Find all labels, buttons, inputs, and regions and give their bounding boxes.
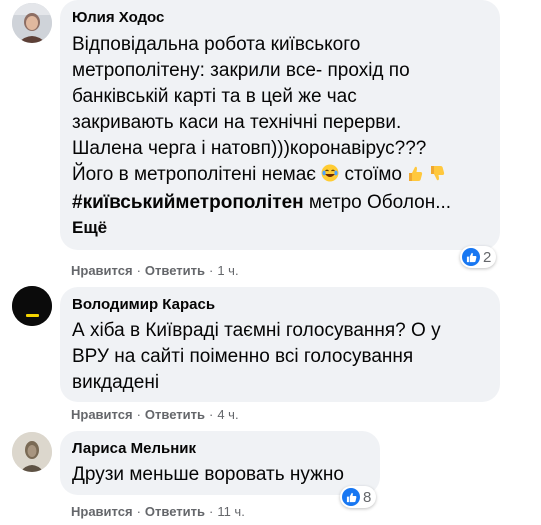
- comment-author[interactable]: Лариса Мельник: [72, 439, 368, 459]
- like-button[interactable]: Нравится: [71, 263, 133, 278]
- comment-bubble: Юлия Ходос Відповідальна робота київсько…: [60, 0, 500, 250]
- like-icon: [342, 488, 360, 506]
- comment-author[interactable]: Юлия Ходос: [72, 8, 488, 28]
- like-button[interactable]: Нравится: [71, 504, 133, 519]
- reaction-count-badge[interactable]: 2: [460, 246, 497, 268]
- comment-2: Володимир Карась А хіба в Київраді таємн…: [0, 286, 541, 426]
- comment-text: Друзи меньше воровать нужно: [72, 464, 344, 485]
- comment-bubble: Лариса Мельник Друзи меньше воровать нуж…: [60, 431, 380, 495]
- reaction-count-badge[interactable]: 8: [340, 486, 377, 508]
- avatar-photo: [12, 286, 52, 326]
- comment-text: А хіба в Київраді таємні голосування? О …: [72, 320, 441, 393]
- comment-actions: Нравится · Ответить · 11 ч.: [71, 504, 245, 519]
- timestamp[interactable]: 1 ч.: [217, 263, 238, 278]
- reply-button[interactable]: Ответить: [145, 263, 205, 278]
- timestamp[interactable]: 4 ч.: [217, 407, 238, 422]
- thumbs-down-emoji-icon: [429, 164, 445, 190]
- like-icon: [462, 248, 480, 266]
- comment-actions: Нравится · Ответить · 1 ч.: [71, 263, 239, 278]
- comment-bubble: Володимир Карась А хіба в Київраді таємн…: [60, 287, 500, 402]
- comment-1: Юлия Ходос Відповідальна робота київсько…: [0, 0, 541, 285]
- timestamp[interactable]: 11 ч.: [217, 504, 245, 519]
- avatar[interactable]: [12, 432, 52, 472]
- reply-button[interactable]: Ответить: [145, 504, 205, 519]
- avatar[interactable]: [12, 286, 52, 326]
- avatar-photo: [12, 432, 52, 472]
- like-button[interactable]: Нравится: [71, 407, 133, 422]
- comment-text: Відповідальна робота київського метропол…: [72, 34, 452, 213]
- comment-actions: Нравится · Ответить · 4 ч.: [71, 407, 239, 422]
- comment-3: Лариса Мельник Друзи меньше воровать нуж…: [0, 430, 541, 525]
- avatar[interactable]: [12, 3, 52, 43]
- reaction-count: 8: [363, 488, 372, 506]
- laughing-emoji-icon: [321, 164, 339, 190]
- avatar-photo: [12, 3, 52, 43]
- comment-author[interactable]: Володимир Карась: [72, 295, 488, 315]
- see-more-link[interactable]: Ещё: [72, 216, 488, 240]
- thumbs-up-emoji-icon: [407, 164, 423, 190]
- reaction-count: 2: [483, 248, 492, 266]
- reply-button[interactable]: Ответить: [145, 407, 205, 422]
- hashtag-link[interactable]: #київськийметрополітен: [72, 192, 304, 213]
